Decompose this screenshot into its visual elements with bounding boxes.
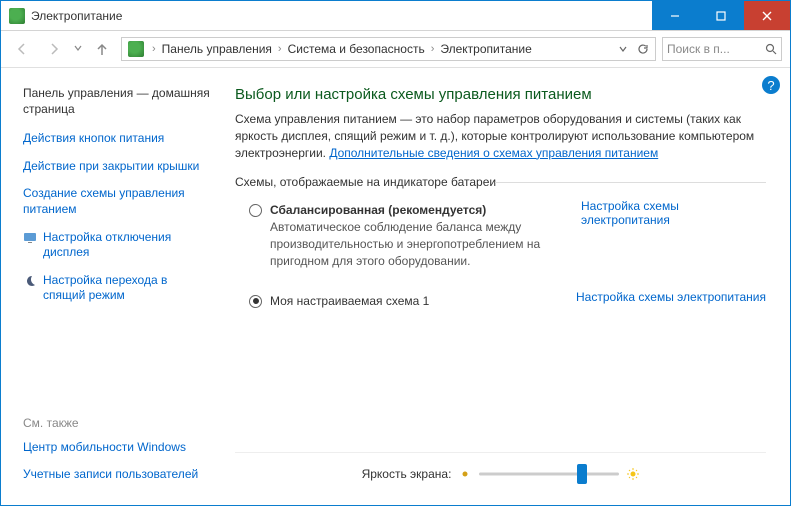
help-button[interactable]: ?: [762, 76, 780, 94]
fieldset-text: Схемы, отображаемые на индикаторе батаре…: [235, 175, 496, 189]
slider-thumb[interactable]: [577, 464, 587, 484]
plan-radio-balanced[interactable]: [249, 204, 262, 217]
sidebar-link[interactable]: Настройка перехода в спящий режим: [43, 273, 211, 304]
chevron-right-icon: ›: [274, 43, 286, 55]
titlebar: Электропитание: [1, 1, 790, 31]
power-plan-row: Сбалансированная (рекомендуется) Автомат…: [235, 199, 766, 273]
breadcrumb-item[interactable]: Система и безопасность: [286, 42, 427, 56]
sidebar: Панель управления — домашняя страница Де…: [1, 68, 221, 505]
power-icon: [128, 41, 144, 57]
power-icon: [9, 8, 25, 24]
search-placeholder: Поиск в п...: [667, 42, 730, 56]
close-button[interactable]: [744, 1, 790, 30]
minimize-button[interactable]: [652, 1, 698, 30]
address-bar[interactable]: › Панель управления › Система и безопасн…: [121, 37, 656, 61]
chevron-right-icon: ›: [148, 43, 160, 55]
plan-description: Автоматическое соблюдение баланса между …: [270, 219, 581, 269]
search-icon: [765, 43, 777, 55]
learn-more-link[interactable]: Дополнительные сведения о схемах управле…: [329, 146, 658, 160]
sidebar-footer-link[interactable]: Центр мобильности Windows: [23, 440, 211, 456]
moon-icon: [23, 274, 37, 288]
plan-name: Сбалансированная (рекомендуется): [270, 203, 581, 217]
sun-bright-icon: [627, 468, 639, 480]
main-panel: ? Выбор или настройка схемы управления п…: [221, 68, 790, 505]
plan-name: Моя настраиваемая схема 1: [270, 294, 429, 308]
up-button[interactable]: [89, 36, 115, 62]
change-plan-settings-link[interactable]: Настройка схемы электропитания: [581, 199, 766, 227]
sidebar-link[interactable]: Настройка отключения дисплея: [43, 230, 211, 261]
forward-button[interactable]: [41, 36, 67, 62]
sidebar-link[interactable]: Создание схемы управления питанием: [23, 186, 211, 217]
control-panel-home[interactable]: Панель управления — домашняя страница: [23, 86, 211, 117]
window-title: Электропитание: [31, 9, 652, 23]
sun-dim-icon: [459, 468, 471, 480]
chevron-down-icon[interactable]: [617, 43, 629, 55]
breadcrumb-item[interactable]: Электропитание: [438, 42, 533, 56]
brightness-control: Яркость экрана:: [235, 452, 766, 495]
plan-radio-custom[interactable]: [249, 295, 262, 308]
see-also-heading: См. также: [23, 416, 211, 430]
power-plan-row: Моя настраиваемая схема 1 Настройка схем…: [235, 290, 766, 312]
maximize-button[interactable]: [698, 1, 744, 30]
fieldset-title: Схемы, отображаемые на индикаторе батаре…: [235, 175, 766, 189]
sidebar-footer-link[interactable]: Учетные записи пользователей: [23, 467, 211, 483]
brightness-slider[interactable]: [479, 463, 619, 485]
sidebar-link[interactable]: Действия кнопок питания: [23, 131, 211, 147]
page-heading: Выбор или настройка схемы управления пит…: [235, 86, 766, 103]
change-plan-settings-link[interactable]: Настройка схемы электропитания: [576, 290, 766, 304]
breadcrumb-item[interactable]: Панель управления: [160, 42, 274, 56]
page-description: Схема управления питанием — это набор па…: [235, 111, 766, 161]
back-button[interactable]: [9, 36, 35, 62]
refresh-icon[interactable]: [637, 43, 649, 55]
history-dropdown[interactable]: [73, 42, 83, 56]
chevron-right-icon: ›: [427, 43, 439, 55]
monitor-icon: [23, 231, 37, 245]
brightness-label: Яркость экрана:: [362, 467, 452, 481]
navbar: › Панель управления › Система и безопасн…: [1, 31, 790, 68]
search-input[interactable]: Поиск в п...: [662, 37, 782, 61]
sidebar-link[interactable]: Действие при закрытии крышки: [23, 159, 211, 175]
